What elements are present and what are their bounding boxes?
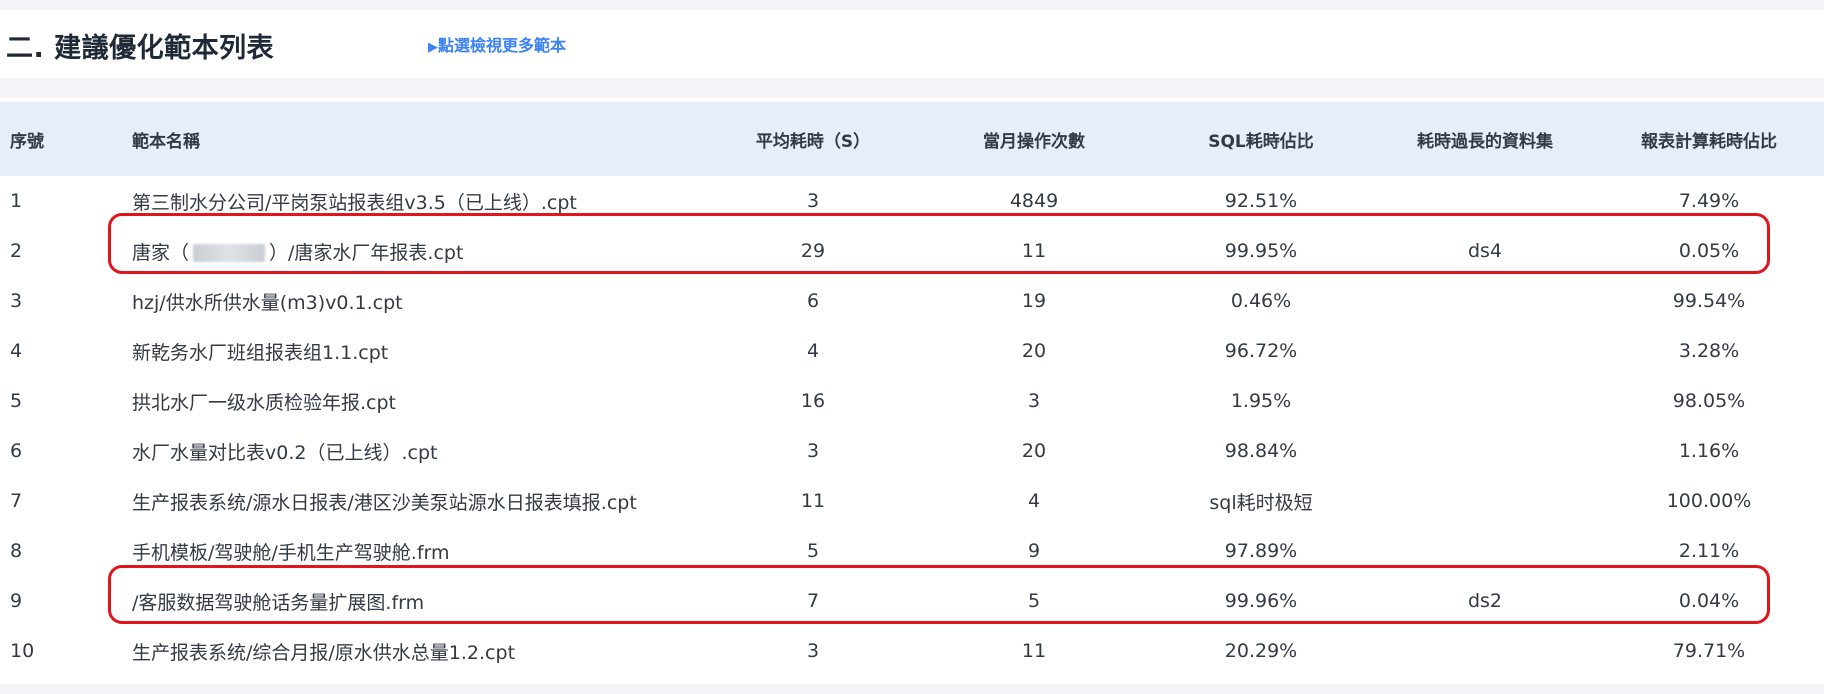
cell-monthly-count: 11 (1021, 640, 1047, 662)
cell-avg-time: 3 (806, 190, 820, 212)
cell-template-name-prefix: 唐家（ (132, 241, 190, 264)
table-header-row: 序號 範本名稱 平均耗時（S） 當月操作次數 SQL耗時佔比 耗時過長的資料集 … (0, 102, 1824, 176)
cell-template-name: 第三制水分公司/平岗泵站报表组v3.5（已上线）.cpt (132, 191, 577, 214)
cell-slow-dataset (1376, 276, 1594, 326)
cell-calc-ratio: 79.71% (1672, 640, 1746, 662)
cell-index: 4 (10, 340, 23, 362)
cell-template-name-suffix: ）/唐家水厂年报表.cpt (269, 241, 464, 264)
section-title: 二. 建議優化範本列表 (6, 33, 275, 64)
cell-index: 8 (10, 540, 23, 562)
table-row: 7 生产报表系统/源水日报表/港区沙美泵站源水日报表填报.cpt 11 4 sq… (0, 476, 1824, 526)
cell-slow-dataset: ds2 (1467, 590, 1503, 612)
cell-slow-dataset (1376, 376, 1594, 426)
redacted-text (193, 244, 266, 262)
cell-template-name: /客服数据驾驶舱话务量扩展图.frm (132, 591, 425, 614)
column-header-sql-ratio: SQL耗時佔比 (1146, 102, 1376, 176)
cell-monthly-count: 20 (1021, 340, 1047, 362)
cell-template-name: 生产报表系统/综合月报/原水供水总量1.2.cpt (132, 641, 516, 664)
table-row: 4 新乾务水厂班组报表组1.1.cpt 4 20 96.72% 3.28% (0, 326, 1824, 376)
cell-index: 10 (10, 640, 35, 662)
cell-monthly-count: 4 (1027, 490, 1041, 512)
cell-monthly-count: 11 (1021, 240, 1047, 262)
cell-calc-ratio: 100.00% (1666, 490, 1752, 512)
table-row: 10 生产报表系统/综合月报/原水供水总量1.2.cpt 3 11 20.29%… (0, 626, 1824, 676)
cell-avg-time: 4 (806, 340, 820, 362)
cell-monthly-count: 19 (1021, 290, 1047, 312)
view-more-templates-link[interactable]: ▶點選檢視更多範本 (428, 32, 566, 56)
cell-monthly-count: 9 (1027, 540, 1041, 562)
cell-sql-ratio: 1.95% (1230, 390, 1292, 412)
cell-calc-ratio: 99.54% (1672, 290, 1746, 312)
cell-avg-time: 7 (806, 590, 820, 612)
column-header-avg-time: 平均耗時（S） (704, 102, 922, 176)
view-more-templates-label: 點選檢視更多範本 (438, 36, 567, 55)
table-row: 9 /客服数据驾驶舱话务量扩展图.frm 7 5 99.96% ds2 0.04… (0, 576, 1824, 626)
cell-sql-ratio: 96.72% (1224, 340, 1298, 362)
column-header-calc-ratio: 報表計算耗時佔比 (1594, 102, 1824, 176)
cell-avg-time: 6 (806, 290, 820, 312)
cell-sql-ratio: 97.89% (1224, 540, 1298, 562)
cell-slow-dataset (1376, 426, 1594, 476)
cell-template-name: 拱北水厂一级水质检验年报.cpt (132, 391, 396, 414)
cell-index: 7 (10, 490, 23, 512)
cell-calc-ratio: 1.16% (1678, 440, 1740, 462)
cell-template-name: 生产报表系统/源水日报表/港区沙美泵站源水日报表填报.cpt (132, 491, 637, 514)
cell-index: 6 (10, 440, 23, 462)
template-table: 序號 範本名稱 平均耗時（S） 當月操作次數 SQL耗時佔比 耗時過長的資料集 … (0, 102, 1824, 676)
cell-sql-ratio: 99.95% (1224, 240, 1298, 262)
cell-avg-time: 3 (806, 640, 820, 662)
cell-sql-ratio: 20.29% (1224, 640, 1298, 662)
cell-monthly-count: 4849 (1009, 190, 1059, 212)
cell-slow-dataset (1376, 626, 1594, 676)
cell-index: 2 (10, 240, 23, 262)
table-row: 3 hzj/供水所供水量(m3)v0.1.cpt 6 19 0.46% 99.5… (0, 276, 1824, 326)
cell-calc-ratio: 0.05% (1678, 240, 1740, 262)
cell-template-name: 新乾务水厂班组报表组1.1.cpt (132, 341, 389, 364)
table-row: 1 第三制水分公司/平岗泵站报表组v3.5（已上线）.cpt 3 4849 92… (0, 176, 1824, 226)
column-header-template-name: 範本名稱 (130, 102, 704, 176)
cell-slow-dataset (1376, 526, 1594, 576)
cell-template-name: 唐家（ ）/唐家水厂年报表.cpt (130, 226, 704, 276)
cell-slow-dataset (1376, 176, 1594, 226)
table-row: 6 水厂水量对比表v0.2（已上线）.cpt 3 20 98.84% 1.16% (0, 426, 1824, 476)
template-table-card: 序號 範本名稱 平均耗時（S） 當月操作次數 SQL耗時佔比 耗時過長的資料集 … (0, 98, 1824, 684)
cell-calc-ratio: 2.11% (1678, 540, 1740, 562)
cell-monthly-count: 5 (1027, 590, 1041, 612)
cell-calc-ratio: 3.28% (1678, 340, 1740, 362)
cell-index: 5 (10, 390, 23, 412)
cell-calc-ratio: 0.04% (1678, 590, 1740, 612)
cell-sql-ratio: 98.84% (1224, 440, 1298, 462)
cell-avg-time: 11 (800, 490, 826, 512)
cell-sql-ratio: 99.96% (1224, 590, 1298, 612)
cell-calc-ratio: 7.49% (1678, 190, 1740, 212)
table-row: 8 手机模板/驾驶舱/手机生产驾驶舱.frm 5 9 97.89% 2.11% (0, 526, 1824, 576)
cell-monthly-count: 3 (1027, 390, 1041, 412)
column-header-index: 序號 (0, 102, 130, 176)
table-row: 2 唐家（ ）/唐家水厂年报表.cpt 29 11 99.95% ds4 0.05… (0, 226, 1824, 276)
table-row: 5 拱北水厂一级水质检验年报.cpt 16 3 1.95% 98.05% (0, 376, 1824, 426)
cell-slow-dataset: ds4 (1467, 240, 1503, 262)
cell-sql-ratio: sql耗时极短 (1209, 491, 1313, 514)
cell-avg-time: 3 (806, 440, 820, 462)
column-header-monthly-count: 當月操作次數 (922, 102, 1146, 176)
cell-template-name: 水厂水量对比表v0.2（已上线）.cpt (132, 441, 438, 464)
cell-avg-time: 5 (806, 540, 820, 562)
cell-sql-ratio: 0.46% (1230, 290, 1292, 312)
cell-avg-time: 29 (800, 240, 826, 262)
column-header-slow-dataset: 耗時過長的資料集 (1376, 102, 1594, 176)
cell-index: 9 (10, 590, 23, 612)
page: 二. 建議優化範本列表 ▶點選檢視更多範本 序號 範本名稱 平均耗時（S） 當月… (0, 0, 1824, 694)
cell-avg-time: 16 (800, 390, 826, 412)
cell-monthly-count: 20 (1021, 440, 1047, 462)
cell-template-name: hzj/供水所供水量(m3)v0.1.cpt (132, 291, 403, 314)
cell-calc-ratio: 98.05% (1672, 390, 1746, 412)
triangle-right-icon: ▶ (428, 40, 438, 55)
cell-index: 1 (10, 190, 23, 212)
cell-slow-dataset (1376, 326, 1594, 376)
cell-sql-ratio: 92.51% (1224, 190, 1298, 212)
cell-template-name: 手机模板/驾驶舱/手机生产驾驶舱.frm (132, 541, 450, 564)
cell-index: 3 (10, 290, 23, 312)
cell-slow-dataset (1376, 476, 1594, 526)
